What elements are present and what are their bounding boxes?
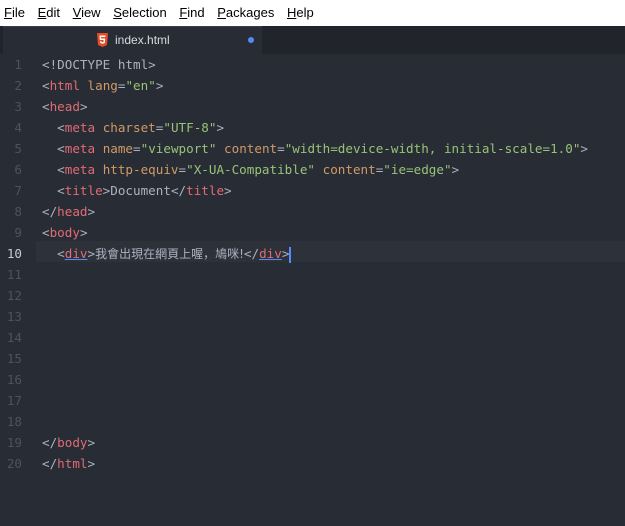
line-number: 11: [6, 267, 22, 282]
line-number: 13: [6, 309, 22, 324]
tag-name: html: [49, 78, 80, 93]
tag-name: meta: [64, 120, 96, 135]
menu-view[interactable]: View: [73, 0, 101, 26]
line-number: 14: [6, 330, 22, 345]
code-line: <body>: [42, 225, 88, 240]
text-content: 我會出現在網頁上喔，鳩咪!: [95, 247, 244, 261]
line-number: 15: [6, 351, 22, 366]
code-line: <meta http-equiv="X-UA-Compatible" conte…: [42, 162, 460, 177]
menu-edit[interactable]: Edit: [38, 0, 60, 26]
attr-name: content: [224, 141, 278, 156]
code-line: </body>: [42, 435, 96, 450]
html5-icon: [97, 33, 108, 47]
code-line: <meta name="viewport" content="width=dev…: [42, 141, 589, 156]
tab-bar: index.html: [0, 26, 625, 54]
code-line: </html>: [42, 456, 96, 471]
tag-name: meta: [64, 141, 96, 156]
attr-value: "ie=edge": [383, 162, 452, 177]
code-line: <title>Document</title>: [42, 183, 232, 198]
menu-packages[interactable]: Packages: [217, 0, 274, 26]
line-number-current: 10: [6, 246, 22, 261]
line-number: 7: [14, 183, 22, 198]
tag-name: head: [57, 204, 88, 219]
menu-find[interactable]: Find: [179, 0, 204, 26]
line-number: 19: [6, 435, 22, 450]
tag-name: body: [57, 435, 88, 450]
tag-name: div: [259, 246, 282, 261]
text-cursor: [289, 246, 292, 263]
text-content: Document: [110, 183, 171, 198]
tab-title: index.html: [115, 33, 170, 47]
line-number: 18: [6, 414, 22, 429]
line-number: 9: [14, 225, 22, 240]
attr-name: charset: [102, 120, 156, 135]
tag-name: head: [49, 99, 80, 114]
menu-bar: File Edit View Selection Find Packages H…: [0, 0, 625, 26]
modified-indicator[interactable]: [248, 37, 254, 43]
tag-name: div: [64, 246, 88, 261]
attr-name: content: [322, 162, 376, 177]
attr-value: "viewport": [140, 141, 217, 156]
line-number: 4: [14, 120, 22, 135]
line-number: 2: [14, 78, 22, 93]
attr-value: "width=device-width, initial-scale=1.0": [284, 141, 581, 156]
tag-name: html: [57, 456, 88, 471]
code-line-current: <div>我會出現在網頁上喔，鳩咪!</div>: [42, 246, 292, 263]
tag-name: body: [49, 225, 80, 240]
doctype-text: <!DOCTYPE html>: [42, 57, 156, 72]
tag-name: meta: [64, 162, 96, 177]
code-line: </head>: [42, 204, 96, 219]
menu-file[interactable]: File: [4, 0, 25, 26]
attr-name: name: [102, 141, 134, 156]
tab-index-html[interactable]: index.html: [3, 26, 262, 54]
code-line: <html lang="en">: [42, 78, 164, 93]
line-number: 12: [6, 288, 22, 303]
line-number: 3: [14, 99, 22, 114]
line-number: 6: [14, 162, 22, 177]
tag-name: title: [186, 183, 225, 198]
code-line: <meta charset="UTF-8">: [42, 120, 225, 135]
line-number: 17: [6, 393, 22, 408]
attr-name: lang: [87, 78, 118, 93]
line-number: 5: [14, 141, 22, 156]
line-number: 8: [14, 204, 22, 219]
code-editor[interactable]: 1 2 3 4 5 6 7 8 9 10 11 12 13 14 15 16 1…: [0, 54, 625, 526]
line-number: 16: [6, 372, 22, 387]
code-line: <!DOCTYPE html>: [42, 54, 156, 75]
attr-value: "X-UA-Compatible": [186, 162, 316, 177]
attr-name: http-equiv: [102, 162, 179, 177]
line-number: 20: [6, 456, 22, 471]
menu-help[interactable]: Help: [287, 0, 314, 26]
code-line: <head>: [42, 99, 88, 114]
attr-value: "UTF-8": [163, 120, 217, 135]
line-number: 1: [14, 57, 22, 72]
menu-selection[interactable]: Selection: [113, 0, 166, 26]
tag-name: title: [64, 183, 103, 198]
attr-value: "en": [125, 78, 156, 93]
